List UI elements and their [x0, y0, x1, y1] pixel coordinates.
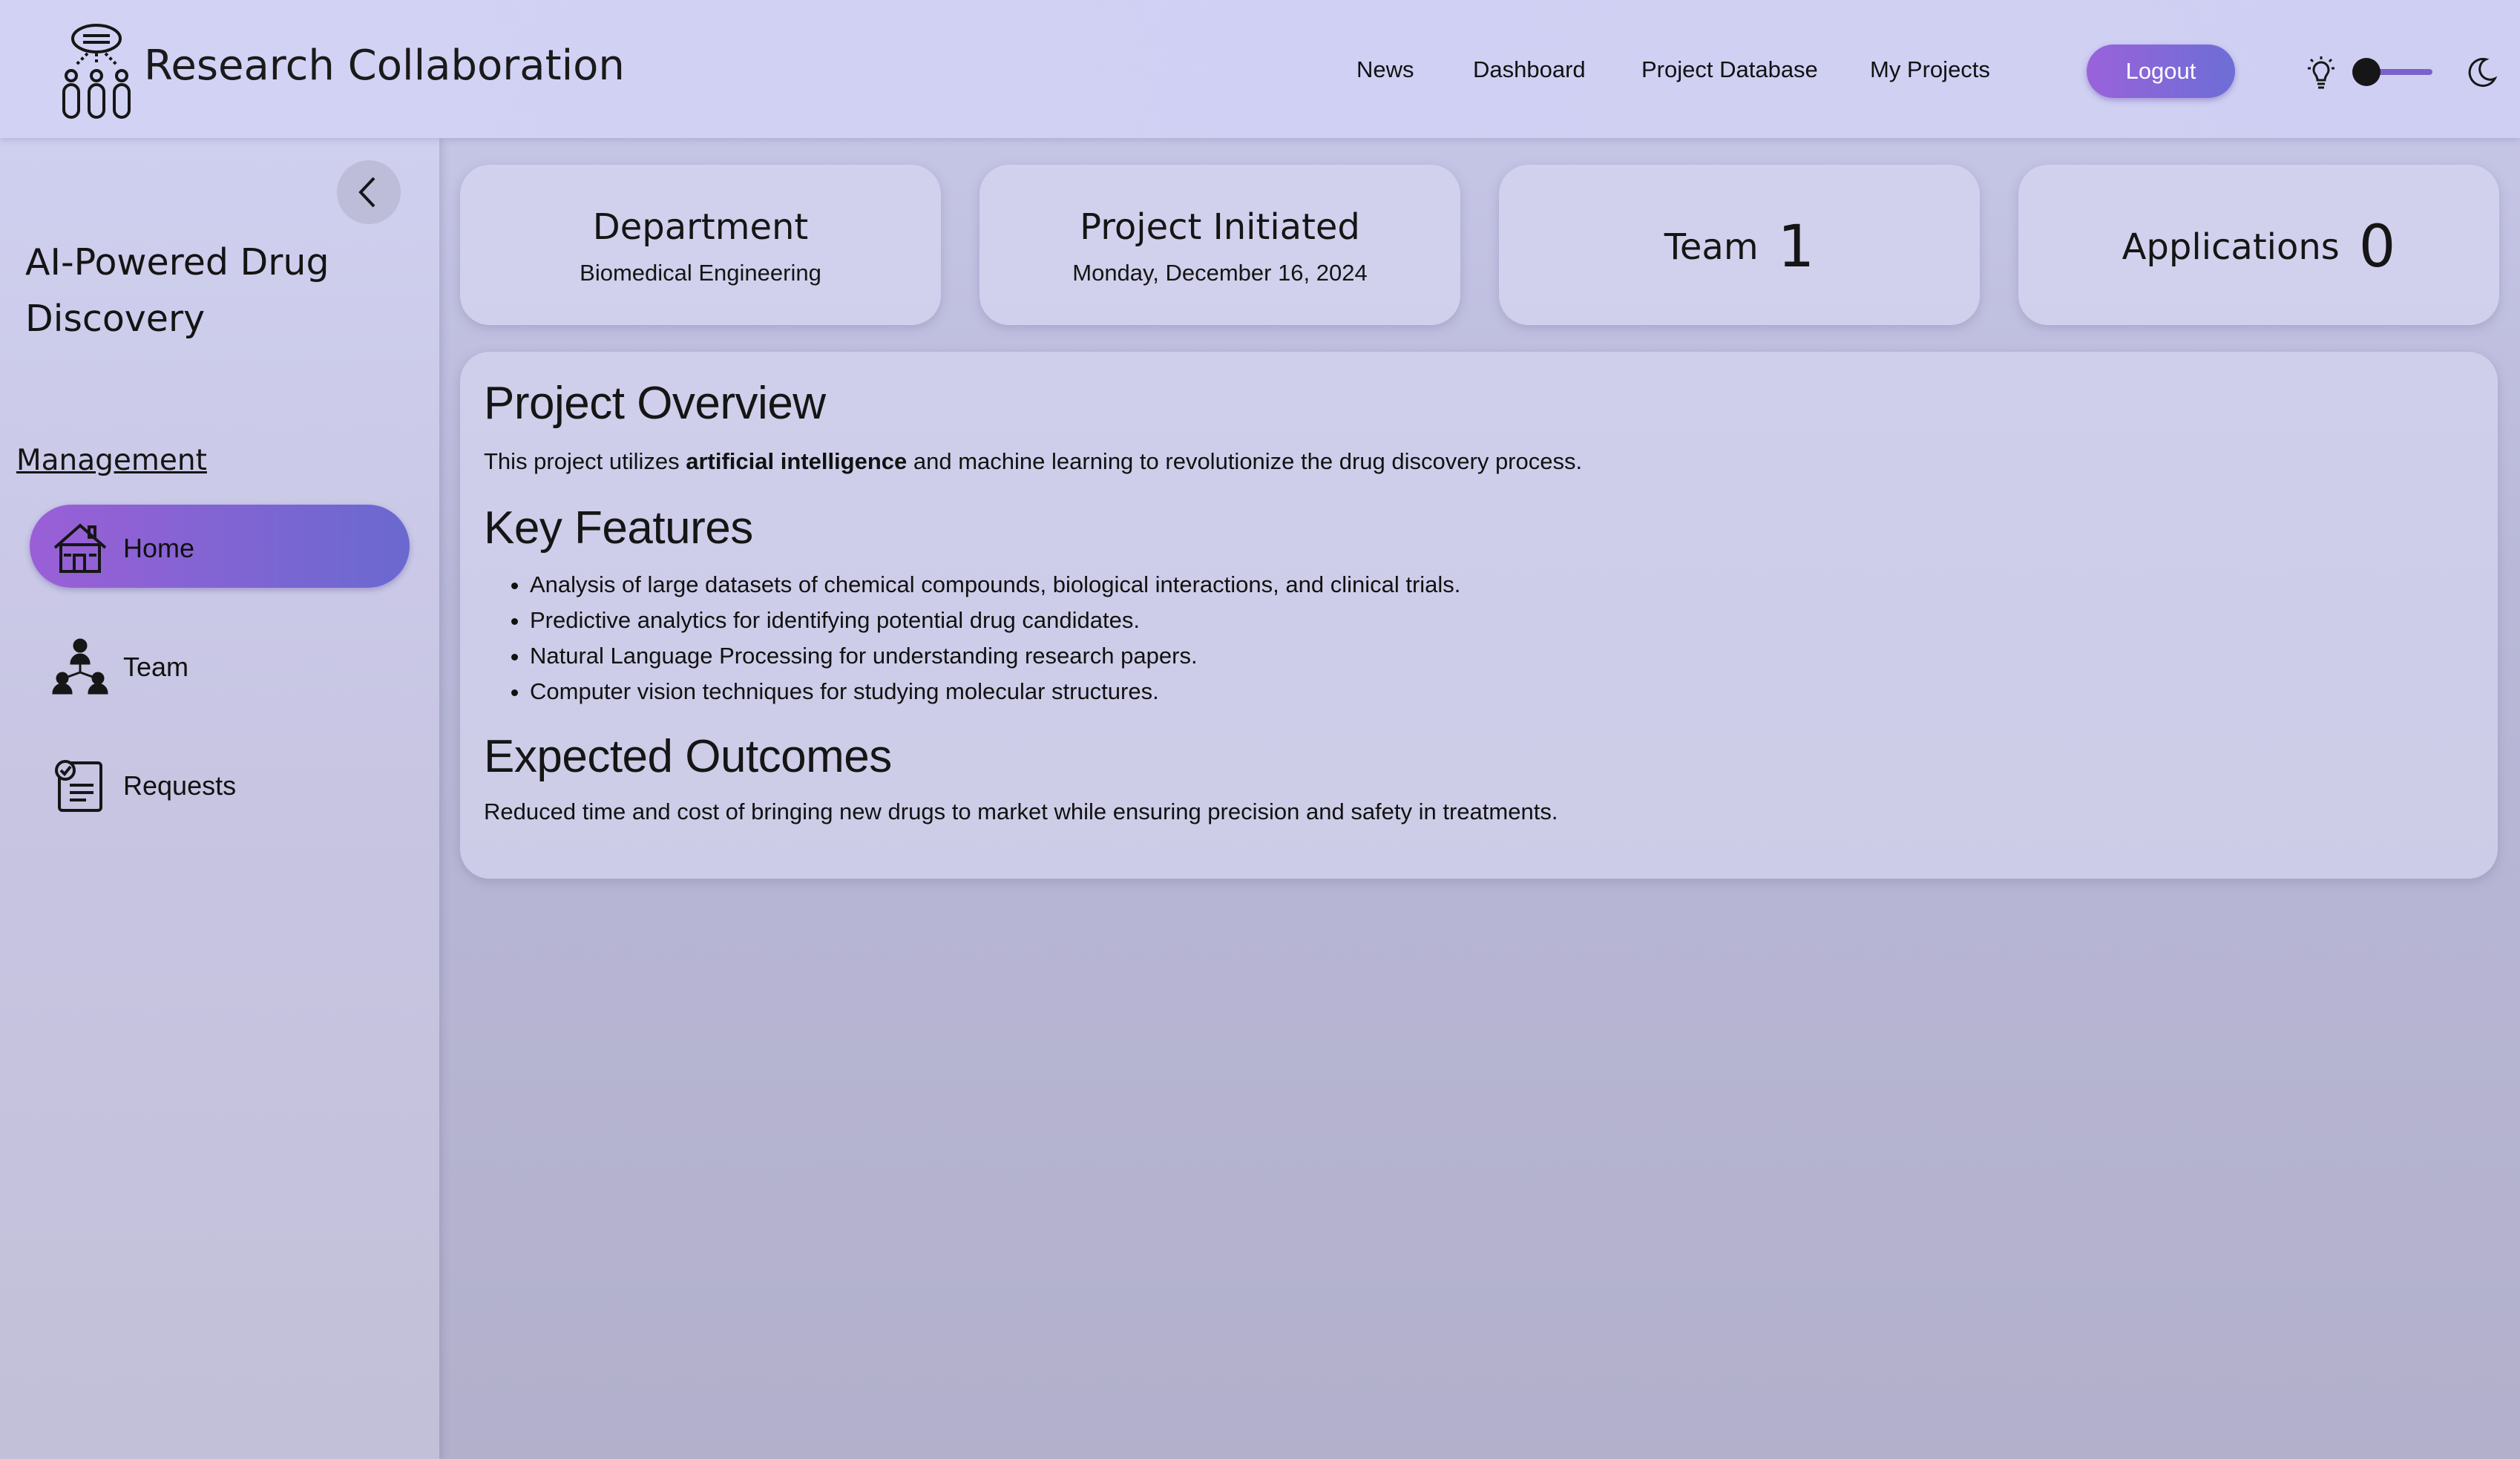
- sidebar-item-label: Home: [123, 533, 195, 563]
- sidebar-item-label: Requests: [123, 770, 237, 801]
- research-team-logo-icon: [62, 24, 131, 119]
- list-item: Natural Language Processing for understa…: [530, 638, 1460, 674]
- overview-text-part: This project utilizes: [484, 448, 686, 474]
- top-header: Research Collaboration News Dashboard Pr…: [0, 0, 2520, 138]
- key-features-list: Analysis of large datasets of chemical c…: [484, 567, 1460, 709]
- theme-toggle-knob[interactable]: [2352, 58, 2380, 86]
- team-count-card: Team 1: [1499, 165, 1980, 325]
- applications-count-label: Applications: [2122, 226, 2340, 268]
- sidebar-item-requests[interactable]: Requests: [30, 742, 410, 825]
- expected-outcomes-heading: Expected Outcomes: [484, 731, 892, 782]
- department-title: Department: [592, 206, 809, 248]
- list-item: Predictive analytics for identifying pot…: [530, 603, 1460, 638]
- key-features-heading: Key Features: [484, 502, 753, 554]
- sidebar-item-home[interactable]: Home: [30, 505, 410, 588]
- nav-dashboard[interactable]: Dashboard: [1473, 56, 1586, 83]
- lightbulb-icon: [2308, 56, 2334, 89]
- overview-text: This project utilizes artificial intelli…: [484, 448, 1582, 475]
- team-count-label: Team: [1664, 226, 1759, 268]
- project-title: AI-Powered Drug Discovery: [25, 241, 329, 340]
- applications-count-card: Applications 0: [2018, 165, 2499, 325]
- home-icon: [53, 523, 107, 573]
- moon-icon: [2468, 58, 2498, 88]
- department-card: Department Biomedical Engineering: [460, 165, 941, 325]
- department-value: Biomedical Engineering: [580, 260, 821, 286]
- logout-button[interactable]: Logout: [2087, 45, 2235, 98]
- app-title: Research Collaboration: [144, 42, 625, 90]
- list-item: Analysis of large datasets of chemical c…: [530, 567, 1460, 603]
- management-section-label: Management: [16, 444, 207, 477]
- sidebar-item-team[interactable]: Team: [30, 623, 410, 706]
- nav-project-database[interactable]: Project Database: [1641, 56, 1818, 83]
- nav-my-projects[interactable]: My Projects: [1870, 56, 1990, 83]
- sidebar: AI-Powered Drug Discovery Management Hom…: [0, 138, 439, 1459]
- applications-count-value: 0: [2358, 214, 2396, 281]
- team-count-value: 1: [1777, 214, 1815, 281]
- chevron-left-icon: [358, 177, 375, 208]
- sidebar-item-label: Team: [123, 652, 189, 682]
- project-initiated-date: Monday, December 16, 2024: [1072, 260, 1368, 286]
- overview-heading: Project Overview: [484, 378, 826, 429]
- project-initiated-title: Project Initiated: [1080, 206, 1360, 248]
- overview-text-part: and machine learning to revolutionize th…: [907, 448, 1583, 474]
- nav-news[interactable]: News: [1356, 56, 1414, 83]
- team-icon: [52, 638, 108, 695]
- project-initiated-card: Project Initiated Monday, December 16, 2…: [980, 165, 1460, 325]
- project-overview-panel: Project Overview This project utilizes a…: [460, 352, 2498, 879]
- collapse-sidebar-button[interactable]: [337, 160, 401, 224]
- expected-outcomes-text: Reduced time and cost of bringing new dr…: [484, 799, 1558, 824]
- requests-icon: [55, 760, 102, 812]
- overview-text-bold: artificial intelligence: [686, 448, 908, 474]
- list-item: Computer vision techniques for studying …: [530, 674, 1460, 709]
